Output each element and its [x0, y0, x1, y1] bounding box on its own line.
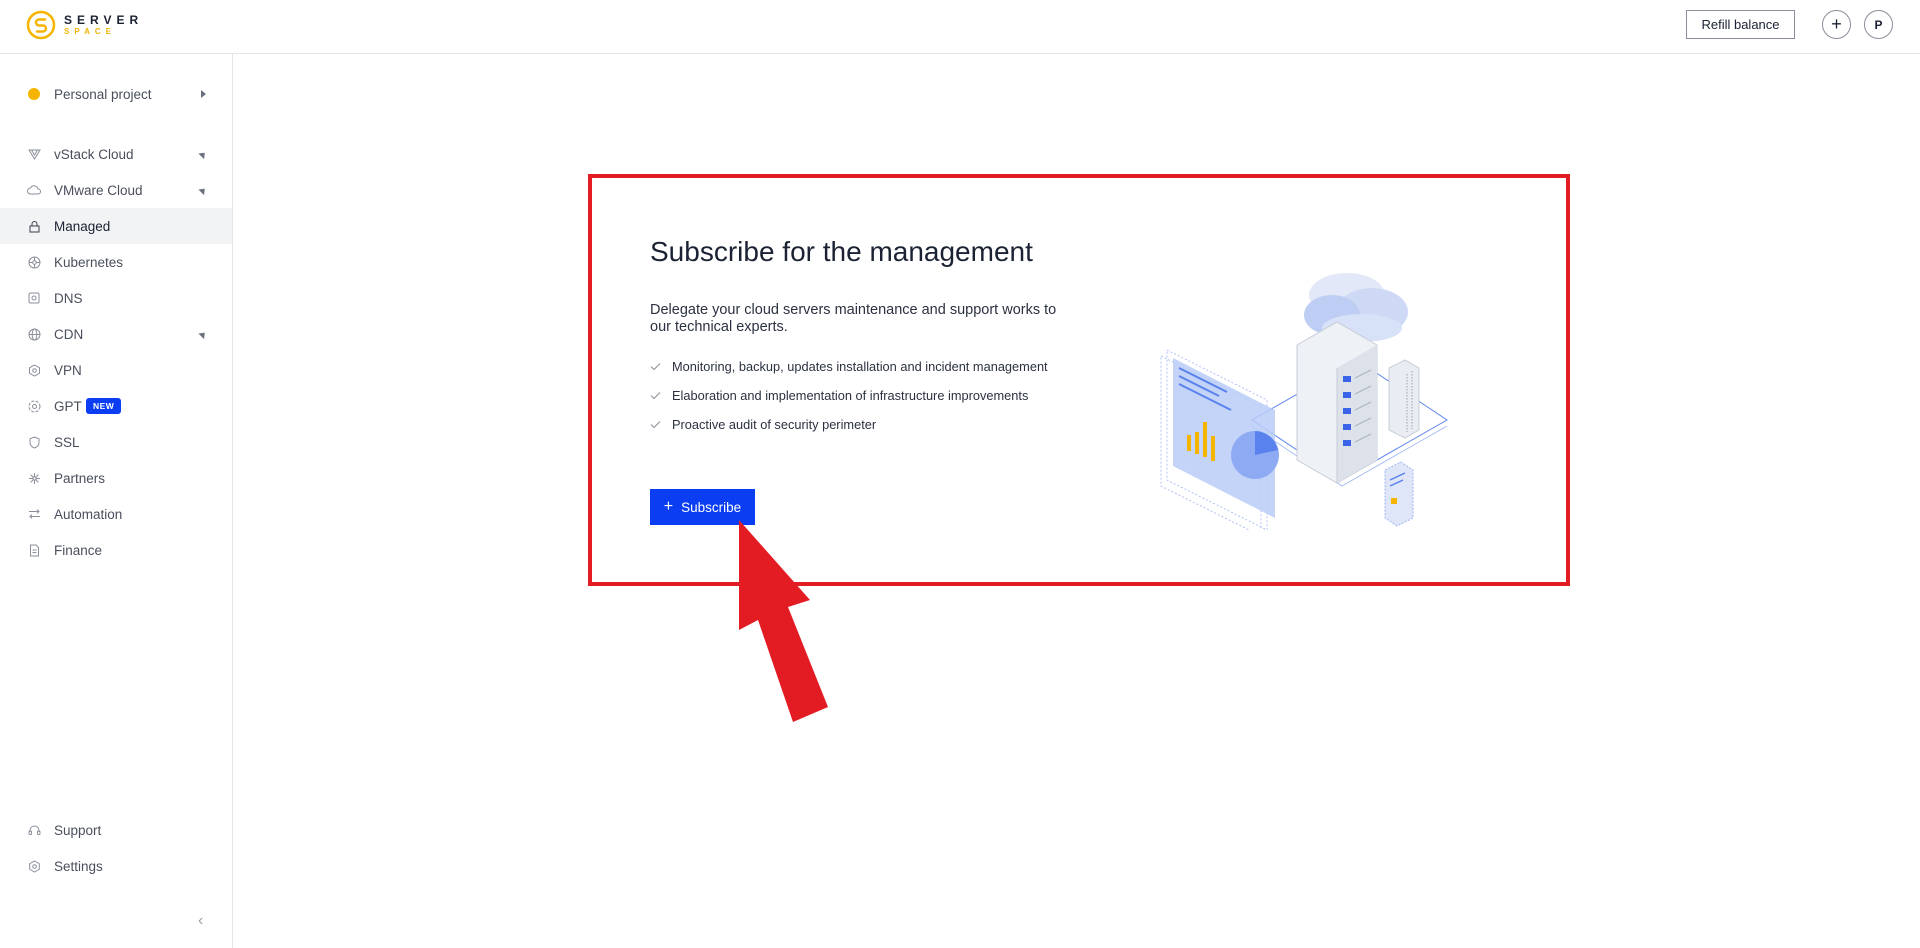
check-icon: [650, 421, 661, 429]
feature-item: Proactive audit of security perimeter: [650, 417, 1070, 432]
sidebar-item-label: vStack Cloud: [54, 146, 134, 162]
globe-icon: [27, 327, 41, 341]
sidebar-item-settings[interactable]: Settings: [0, 848, 232, 884]
project-icon: [27, 87, 41, 101]
sidebar-item-label: Automation: [54, 506, 123, 522]
collapse-sidebar-icon[interactable]: ‹: [198, 912, 203, 930]
shield-icon: [27, 435, 41, 449]
feature-item: Monitoring, backup, updates installation…: [650, 359, 1070, 374]
vpn-icon: [27, 363, 41, 377]
caret-icon: [198, 329, 208, 339]
dns-icon: [27, 291, 41, 305]
sidebar-item-kubernetes[interactable]: Kubernetes: [0, 244, 232, 280]
document-icon: [27, 543, 41, 557]
refill-balance-button[interactable]: Refill balance: [1686, 10, 1795, 39]
sidebar-item-ssl[interactable]: SSL: [0, 424, 232, 460]
logo-icon: [26, 10, 56, 40]
vstack-icon: [27, 147, 41, 161]
gpt-icon: [27, 399, 41, 413]
lock-icon: [27, 219, 41, 233]
serverspace-logo[interactable]: SERVER SPACE: [26, 10, 143, 40]
feature-text: Monitoring, backup, updates installation…: [672, 359, 1048, 374]
sidebar-item-label: Support: [54, 822, 102, 838]
sidebar: Personal project vStack Cloud VMware Clo…: [0, 54, 233, 948]
sidebar-item-label: Managed: [54, 218, 111, 234]
cloud-icon: [27, 183, 41, 197]
headset-icon: [27, 823, 41, 837]
sidebar-item-label: Finance: [54, 542, 103, 558]
sidebar-item-finance[interactable]: Finance: [0, 532, 232, 568]
sidebar-item-label: GPT: [54, 398, 82, 414]
check-icon: [650, 363, 661, 371]
logo-text-server: SERVER: [64, 13, 144, 27]
managed-subscribe-card: Subscribe for the management Delegate yo…: [588, 174, 1570, 586]
check-icon: [650, 392, 661, 400]
chevron-right-icon: [201, 90, 206, 98]
sidebar-item-managed[interactable]: Managed: [0, 208, 232, 244]
sidebar-item-vmware-cloud[interactable]: VMware Cloud: [0, 172, 232, 208]
server-infrastructure-illustration: [1160, 273, 1448, 530]
plus-icon: +: [663, 498, 674, 515]
project-label: Personal project: [54, 86, 152, 102]
sidebar-item-cdn[interactable]: CDN: [0, 316, 232, 352]
sidebar-item-label: Kubernetes: [54, 254, 124, 270]
sidebar-item-label: Settings: [54, 858, 103, 874]
sidebar-item-partners[interactable]: Partners: [0, 460, 232, 496]
subscribe-button[interactable]: + Subscribe: [650, 489, 755, 525]
project-selector[interactable]: Personal project: [0, 76, 232, 112]
sidebar-item-dns[interactable]: DNS: [0, 280, 232, 316]
feature-text: Proactive audit of security perimeter: [672, 417, 877, 432]
sidebar-item-label: VMware Cloud: [54, 182, 143, 198]
partners-icon: [27, 471, 41, 485]
kubernetes-icon: [27, 255, 41, 269]
sidebar-item-support[interactable]: Support: [0, 812, 232, 848]
sidebar-item-label: VPN: [54, 362, 82, 378]
sidebar-item-label: DNS: [54, 290, 83, 306]
gear-icon: [27, 859, 41, 873]
automation-icon: [27, 507, 41, 521]
new-badge: NEW: [86, 398, 122, 414]
sidebar-item-gpt[interactable]: GPT NEW: [0, 388, 232, 424]
feature-item: Elaboration and implementation of infras…: [650, 388, 1070, 403]
sidebar-item-vstack-cloud[interactable]: vStack Cloud: [0, 136, 232, 172]
caret-icon: [198, 149, 208, 159]
logo-text-space: SPACE: [64, 27, 116, 36]
page-title: Subscribe for the management: [650, 236, 1033, 267]
add-button[interactable]: +: [1822, 10, 1851, 39]
subscribe-label: Subscribe: [681, 499, 742, 515]
user-avatar[interactable]: P: [1864, 10, 1893, 39]
sidebar-item-label: Partners: [54, 470, 106, 486]
caret-icon: [198, 185, 208, 195]
sidebar-item-automation[interactable]: Automation: [0, 496, 232, 532]
sidebar-item-label: CDN: [54, 326, 84, 342]
sidebar-item-label: SSL: [54, 434, 80, 450]
feature-list: Monitoring, backup, updates installation…: [650, 359, 1070, 446]
description: Delegate your cloud servers maintenance …: [650, 302, 1057, 335]
sidebar-item-vpn[interactable]: VPN: [0, 352, 232, 388]
top-bar: SERVER SPACE Refill balance + P: [0, 0, 1920, 54]
feature-text: Elaboration and implementation of infras…: [672, 388, 1029, 403]
